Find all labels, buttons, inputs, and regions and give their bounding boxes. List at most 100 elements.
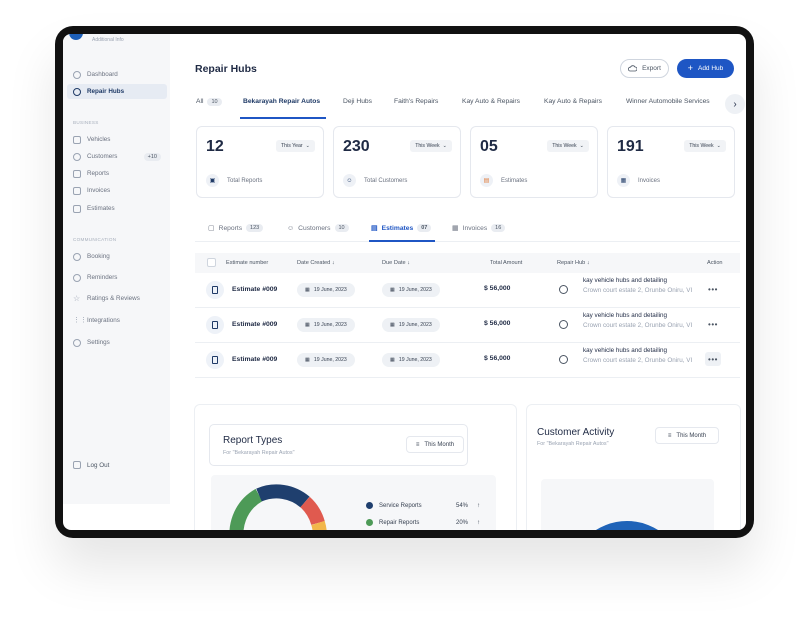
- sidebar-item-customers[interactable]: Customers +10: [67, 149, 167, 164]
- sidebar-item-dashboard[interactable]: Dashboard: [67, 67, 167, 82]
- sidebar-item-ratings[interactable]: ☆ Ratings & Reviews: [67, 291, 167, 306]
- column-header-date-created[interactable]: Date Created ↓: [297, 260, 335, 266]
- export-button[interactable]: Export: [620, 59, 669, 78]
- table-row[interactable]: Estimate #009 ▦ 19 June, 2023 ▦ 19 June, 2…: [195, 343, 740, 378]
- estimate-icon: [73, 204, 81, 213]
- sidebar-item-label: Reminders: [87, 274, 118, 281]
- calendar-icon: ▦: [390, 322, 395, 328]
- sidebar-item-settings[interactable]: Settings: [67, 335, 167, 350]
- more-options-button[interactable]: •••: [705, 352, 721, 366]
- sort-arrow-icon: ↓: [586, 260, 590, 266]
- sidebar-item-invoices[interactable]: Invoices: [67, 183, 167, 198]
- sidebar-item-reports[interactable]: Reports: [67, 166, 167, 181]
- sidebar-item-label: Estimates: [87, 205, 115, 212]
- stat-label: Invoices: [638, 178, 661, 184]
- estimate-number: Estimate #009: [232, 286, 278, 293]
- sidebar-item-reminders[interactable]: Reminders: [67, 270, 167, 285]
- column-header-due-date[interactable]: Due Date ↓: [382, 260, 410, 266]
- sidebar-item-estimates[interactable]: Estimates: [67, 201, 167, 216]
- reports-icon: ▢: [208, 225, 215, 232]
- stat-value: 12: [206, 138, 224, 155]
- tab-estimates[interactable]: ▤ Estimates 07: [371, 224, 432, 232]
- date-text: 19 June, 2023: [313, 357, 347, 363]
- date-text: 19 June, 2023: [398, 357, 432, 363]
- bell-icon: [73, 273, 81, 282]
- tab-kay-auto-repairs[interactable]: Kay Auto & Repairs: [462, 98, 520, 105]
- donut-chart: [225, 484, 327, 530]
- tab-deji-hubs[interactable]: Deji Hubs: [343, 98, 372, 105]
- sidebar-item-label: Invoices: [87, 187, 111, 194]
- document-icon: [206, 281, 224, 299]
- period-filter-button[interactable]: ≡ This Month: [406, 436, 464, 453]
- calendar-icon: ▦: [305, 322, 310, 328]
- ellipsis-icon: •••: [708, 354, 718, 364]
- more-options-button[interactable]: •••: [705, 282, 721, 296]
- device-frame: Additional Info Dashboard Repair Hubs BU…: [55, 26, 754, 538]
- add-hub-button[interactable]: + Add Hub: [677, 59, 734, 78]
- select-all-checkbox[interactable]: [207, 258, 216, 267]
- gear-icon: [73, 338, 81, 347]
- tab-label: Estimates: [381, 224, 414, 232]
- period-dropdown[interactable]: This Week ⌄: [410, 140, 452, 152]
- tabs-scroll-next-button[interactable]: ›: [725, 94, 745, 114]
- active-tab-underline: [240, 117, 326, 119]
- chevron-down-icon: ⌄: [442, 143, 447, 149]
- tab-label: Customers: [298, 224, 331, 232]
- sort-arrow-icon: ↓: [331, 260, 335, 266]
- tab-count-badge: 123: [246, 224, 264, 232]
- stat-card-estimates: 05 This Week ⌄ ▤ Estimates: [470, 126, 598, 198]
- period-filter-button[interactable]: ≡ This Month: [655, 427, 719, 444]
- grid-icon: ⋮⋮: [73, 316, 87, 324]
- tab-bekarayah-repair-autos[interactable]: Bekarayah Repair Autos: [243, 98, 320, 105]
- sidebar-item-integrations[interactable]: ⋮⋮ Integrations: [67, 313, 167, 328]
- sidebar-item-label: Customers: [87, 153, 118, 160]
- table-header: Estimate number Date Created ↓ Due Date …: [195, 253, 740, 273]
- date-created: ▦ 19 June, 2023: [297, 318, 355, 332]
- calendar-icon: ▦: [390, 357, 395, 363]
- active-tab-underline: [369, 240, 435, 242]
- tab-reports[interactable]: ▢ Reports 123: [208, 224, 264, 232]
- more-options-button[interactable]: •••: [705, 317, 721, 331]
- customer-activity-panel: Customer Activity For "Bekarayah Repair …: [526, 404, 741, 530]
- tab-faiths-repairs[interactable]: Faith's Repairs: [394, 98, 438, 105]
- period-dropdown[interactable]: This Week ⌄: [547, 140, 589, 152]
- sort-arrow-icon: ↓: [407, 260, 410, 266]
- hub-address: Crown court estate 2, Orunbe Oniru, VI: [583, 287, 693, 294]
- date-text: 19 June, 2023: [313, 322, 347, 328]
- estimates-table: Estimate number Date Created ↓ Due Date …: [195, 253, 740, 378]
- stat-card-reports: 12 This Year ⌄ ▣ Total Reports: [196, 126, 324, 198]
- tab-kay-auto-repairs-2[interactable]: Kay Auto & Repairs: [544, 98, 602, 105]
- donut-segment-yellow: [311, 520, 327, 530]
- chevron-down-icon: ⌄: [579, 143, 584, 149]
- legend-item-service: Service Reports 54% ↑: [366, 502, 496, 509]
- filter-label: This Month: [424, 441, 455, 448]
- legend-label: Service Reports: [379, 502, 422, 509]
- table-row[interactable]: Estimate #009 ▦ 19 June, 2023 ▦ 19 June, 2…: [195, 273, 740, 308]
- donut-segment-service: [256, 484, 310, 508]
- period-dropdown[interactable]: This Year ⌄: [276, 140, 315, 152]
- due-date: ▦ 19 June, 2023: [382, 283, 440, 297]
- sidebar: Additional Info Dashboard Repair Hubs BU…: [63, 34, 170, 504]
- stat-value: 230: [343, 138, 370, 155]
- panel-title: Customer Activity: [537, 427, 615, 438]
- export-label: Export: [642, 65, 661, 72]
- period-label: This Year: [281, 143, 303, 149]
- table-row[interactable]: Estimate #009 ▦ 19 June, 2023 ▦ 19 June, 2…: [195, 308, 740, 343]
- tab-all[interactable]: All 10: [196, 98, 222, 106]
- hub-name: kay vehicle hubs and detailing: [583, 347, 668, 354]
- sidebar-item-booking[interactable]: Booking: [67, 249, 167, 264]
- stat-card-invoices: 191 This Week ⌄ ▦ Invoices: [607, 126, 735, 198]
- logout-icon: [73, 461, 81, 469]
- estimate-icon: ▤: [480, 174, 493, 187]
- tab-winner-automobile-services[interactable]: Winner Automobile Services: [626, 98, 710, 105]
- hub-tabs: All 10 Bekarayah Repair Autos Deji Hubs F…: [196, 94, 741, 120]
- logout-button[interactable]: Log Out: [73, 461, 109, 469]
- sidebar-item-repair-hubs[interactable]: Repair Hubs: [67, 84, 167, 99]
- period-dropdown[interactable]: This Week ⌄: [684, 140, 726, 152]
- ellipsis-icon: •••: [708, 319, 718, 329]
- avatar[interactable]: [69, 34, 83, 40]
- column-header-repair-hub[interactable]: Repair Hub ↓: [557, 260, 590, 266]
- tab-customers[interactable]: ☺ Customers 10: [287, 224, 349, 232]
- sidebar-item-vehicles[interactable]: Vehicles: [67, 132, 167, 147]
- tab-invoices[interactable]: ▦ Invoices 16: [452, 224, 506, 232]
